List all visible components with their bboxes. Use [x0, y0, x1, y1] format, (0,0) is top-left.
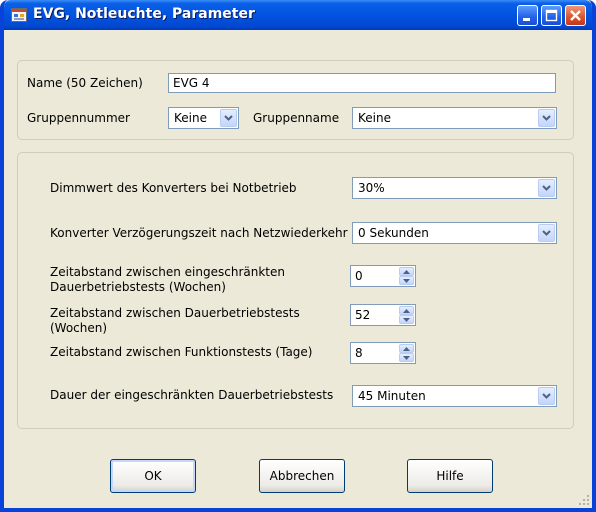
- full-interval-stepper[interactable]: 52: [350, 304, 416, 326]
- ok-button[interactable]: OK: [110, 459, 196, 493]
- dropdown-button[interactable]: [538, 179, 555, 197]
- function-interval-value: 8: [355, 346, 363, 360]
- function-interval-stepper[interactable]: 8: [350, 342, 416, 364]
- window-title: EVG, Notleuchte, Parameter: [33, 6, 255, 22]
- stepper-down-button[interactable]: [399, 353, 414, 362]
- help-button[interactable]: Hilfe: [407, 459, 493, 493]
- group-number-select[interactable]: Keine: [168, 107, 239, 129]
- chevron-down-icon: [403, 356, 410, 360]
- limited-interval-stepper[interactable]: 0: [350, 265, 416, 287]
- dimming-value: 30%: [358, 181, 385, 195]
- dimming-select[interactable]: 30%: [352, 177, 557, 199]
- close-button[interactable]: [565, 5, 586, 26]
- full-interval-value: 52: [355, 308, 371, 322]
- minimize-button[interactable]: [517, 5, 538, 26]
- chevron-down-icon: [542, 393, 551, 399]
- dialog-window: EVG, Notleuchte, Parameter Name (50 Zeic…: [0, 0, 596, 512]
- dropdown-button[interactable]: [538, 387, 555, 405]
- stepper-down-button[interactable]: [399, 276, 414, 285]
- limited-interval-value: 0: [355, 269, 363, 283]
- resize-grip-icon[interactable]: [578, 494, 590, 506]
- stepper-up-button[interactable]: [399, 344, 414, 353]
- maximize-icon: [545, 9, 558, 22]
- group-name-select[interactable]: Keine: [352, 107, 557, 129]
- chevron-down-icon: [542, 230, 551, 236]
- name-field[interactable]: EVG 4: [168, 73, 556, 93]
- dropdown-button[interactable]: [538, 224, 555, 242]
- stepper-up-button[interactable]: [399, 306, 414, 315]
- dimming-label: Dimmwert des Konverters bei Notbetrieb: [50, 181, 297, 195]
- limited-interval-label: Zeitabstand zwischen eingeschränkten Dau…: [50, 265, 285, 294]
- chevron-up-icon: [403, 347, 410, 351]
- chevron-down-icon: [542, 185, 551, 191]
- group-name-label: Gruppenname: [253, 111, 340, 125]
- full-interval-label: Zeitabstand zwischen Dauerbetriebstests …: [50, 306, 300, 335]
- chevron-up-icon: [403, 270, 410, 274]
- group-number-value: Keine: [174, 111, 207, 125]
- group-name-value: Keine: [358, 111, 391, 125]
- name-label: Name (50 Zeichen): [27, 76, 143, 90]
- chevron-down-icon: [542, 115, 551, 121]
- chevron-up-icon: [403, 309, 410, 313]
- minimize-icon: [523, 18, 530, 21]
- group-number-label: Gruppennummer: [27, 111, 130, 125]
- function-interval-label: Zeitabstand zwischen Funktionstests (Tag…: [50, 345, 313, 359]
- delay-value: 0 Sekunden: [358, 226, 429, 240]
- limited-duration-label: Dauer der eingeschränkten Dauerbetriebst…: [50, 388, 334, 402]
- limited-duration-select[interactable]: 45 Minuten: [352, 385, 557, 407]
- stepper-down-button[interactable]: [399, 315, 414, 324]
- title-bar[interactable]: EVG, Notleuchte, Parameter: [4, 0, 592, 30]
- limited-duration-value: 45 Minuten: [358, 389, 426, 403]
- chevron-down-icon: [403, 279, 410, 283]
- close-icon: [570, 10, 581, 21]
- stepper-up-button[interactable]: [399, 267, 414, 276]
- app-window-icon: [11, 8, 27, 22]
- dropdown-button[interactable]: [220, 109, 237, 127]
- delay-label: Konverter Verzögerungszeit nach Netzwied…: [50, 226, 348, 240]
- dropdown-button[interactable]: [538, 109, 555, 127]
- delay-select[interactable]: 0 Sekunden: [352, 222, 557, 244]
- chevron-down-icon: [224, 115, 233, 121]
- maximize-button[interactable]: [541, 5, 562, 26]
- chevron-down-icon: [403, 318, 410, 322]
- cancel-button[interactable]: Abbrechen: [259, 459, 345, 493]
